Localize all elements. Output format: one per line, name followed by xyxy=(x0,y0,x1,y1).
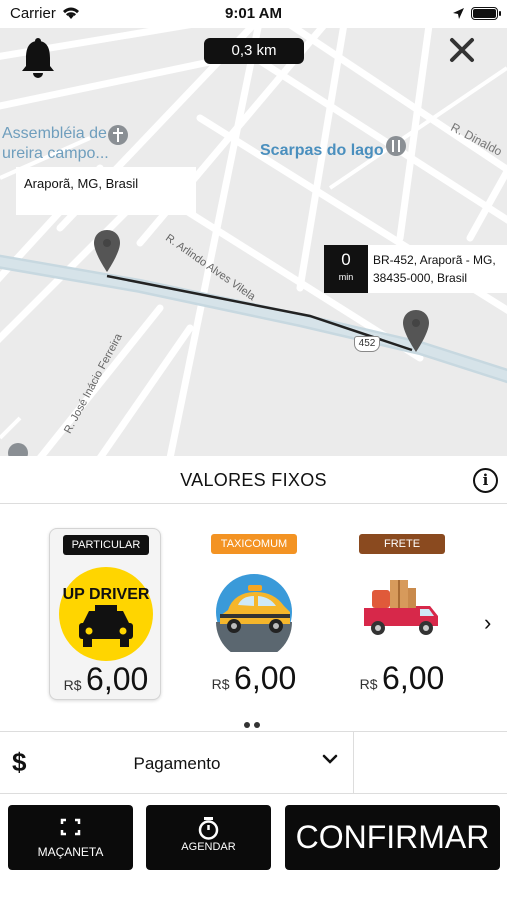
poi-label-scarpas: Scarpas do lago xyxy=(260,142,384,159)
clock: 9:01 AM xyxy=(225,5,282,22)
distance-badge: 0,3 km xyxy=(204,38,304,64)
chevron-down-icon xyxy=(322,754,338,764)
price-currency: R$ xyxy=(211,676,230,692)
battery-icon xyxy=(471,7,498,20)
up-driver-logo-icon: UP DRIVER xyxy=(59,567,153,661)
origin-address: Araporã, MG, Brasil xyxy=(24,176,139,191)
agendar-button[interactable]: AGENDAR xyxy=(146,805,271,870)
payment-select[interactable]: $ Pagamento xyxy=(0,732,354,794)
macaneta-button[interactable]: MAÇANETA xyxy=(8,805,133,870)
fare-panel-header: VALORES FIXOS i xyxy=(0,456,507,504)
expand-icon xyxy=(60,818,81,836)
category-badge: PARTICULAR xyxy=(63,535,149,555)
agendar-label: AGENDAR xyxy=(181,841,236,853)
price-currency: R$ xyxy=(63,677,82,693)
taxi-icon xyxy=(216,574,292,652)
confirm-label: CONFIRMAR xyxy=(295,819,490,855)
eta-box: 0 min xyxy=(324,245,368,293)
map-view[interactable]: Assembléia de ureira campo... Scarpas do… xyxy=(0,28,507,456)
category-card-taxicomum[interactable]: TAXICOMUM R$ 6,00 xyxy=(198,528,310,700)
category-carousel[interactable]: PARTICULAR UP DRIVER R$ 6,00 TAXICOMUM R… xyxy=(0,505,507,730)
category-badge: FRETE xyxy=(359,534,445,554)
destination-card[interactable]: 0 min BR-452, Araporã - MG, 38435-000, B… xyxy=(324,245,507,293)
price-value: 6,00 xyxy=(86,661,149,697)
destination-address: BR-452, Araporã - MG, 38435-000, Brasil xyxy=(373,253,496,285)
poi-label-line1: Assembléia de xyxy=(2,125,107,142)
eta-unit: min xyxy=(338,272,354,282)
brand-text: UP DRIVER xyxy=(63,586,150,603)
truck-icon xyxy=(364,580,438,635)
origin-address-card[interactable]: Araporã, MG, Brasil xyxy=(16,167,196,215)
info-icon[interactable]: i xyxy=(473,468,498,493)
page-dot xyxy=(254,722,260,728)
payment-label: Pagamento xyxy=(133,754,221,773)
category-price: R$ 6,00 xyxy=(198,660,310,697)
macaneta-label: MAÇANETA xyxy=(37,845,104,859)
page-dot xyxy=(244,722,250,728)
eta-value: 0 xyxy=(341,250,351,269)
category-price: R$ 6,00 xyxy=(346,660,458,697)
category-card-frete[interactable]: FRETE R$ 6,00 xyxy=(346,528,458,700)
status-bar: Carrier 9:01 AM xyxy=(0,0,507,28)
price-value: 6,00 xyxy=(234,660,297,696)
price-value: 6,00 xyxy=(382,660,445,696)
confirm-button[interactable]: CONFIRMAR xyxy=(285,805,500,870)
poi-label-line2: ureira campo... xyxy=(2,145,109,162)
origin-pin-icon xyxy=(94,230,120,272)
category-price: R$ 6,00 xyxy=(50,661,162,698)
category-card-particular[interactable]: PARTICULAR UP DRIVER R$ 6,00 xyxy=(49,528,161,700)
highway-shield: 452 xyxy=(354,336,380,352)
category-badge: TAXICOMUM xyxy=(211,534,297,554)
chevron-right-icon[interactable]: › xyxy=(484,610,491,636)
location-arrow-icon xyxy=(453,8,464,19)
battery-cap xyxy=(499,11,501,16)
payment-row: $ Pagamento xyxy=(0,731,507,794)
destination-pin-icon xyxy=(403,310,429,352)
map-streets xyxy=(0,28,507,456)
close-icon[interactable] xyxy=(448,36,476,64)
stopwatch-icon xyxy=(198,817,219,840)
price-currency: R$ xyxy=(359,676,378,692)
panel-title: VALORES FIXOS xyxy=(180,470,327,490)
bell-icon[interactable] xyxy=(20,36,56,78)
poi-label-assembleia: Assembléia de ureira campo... xyxy=(2,124,109,164)
